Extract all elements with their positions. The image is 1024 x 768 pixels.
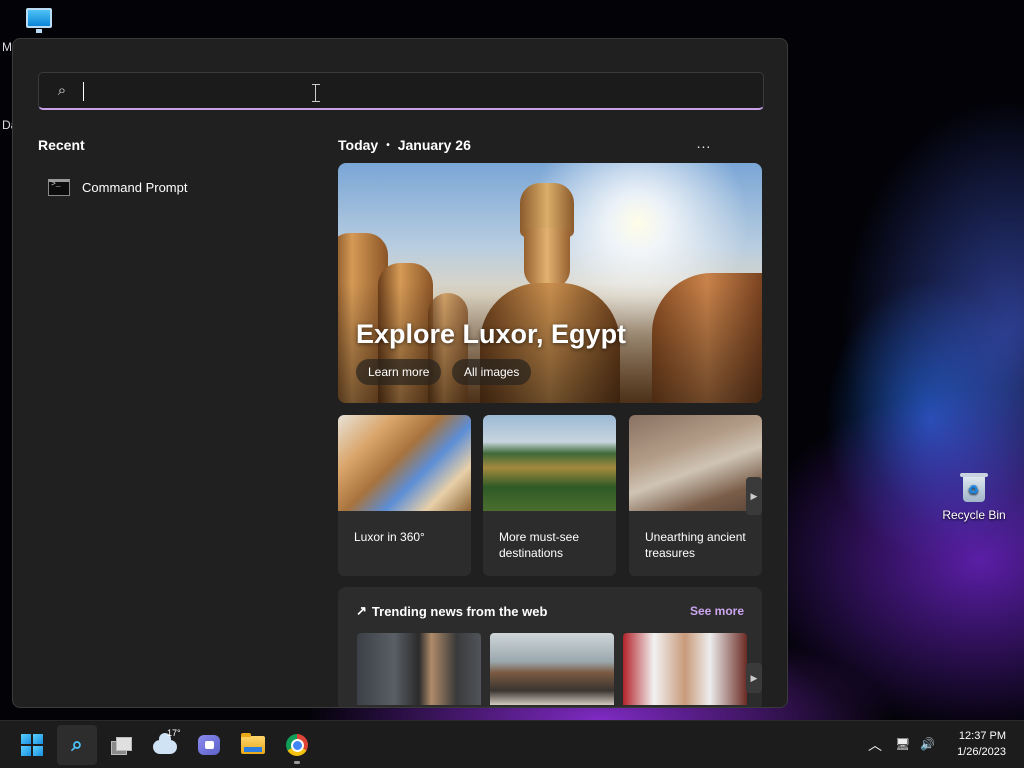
windows-logo-icon bbox=[21, 734, 43, 756]
volume-icon[interactable]: 🔊 bbox=[920, 737, 935, 751]
recycle-bin-icon: ♻ bbox=[960, 473, 988, 502]
trending-heading-text: Trending news from the web bbox=[371, 603, 548, 619]
taskbar: ⌕ 17° ︿ 🖥 🔊 12:37 PM 1/26/2023 bbox=[0, 720, 1024, 768]
card-image bbox=[338, 415, 471, 511]
card-caption: More must-see destinations bbox=[499, 530, 580, 560]
news-thumbnail[interactable] bbox=[490, 633, 614, 705]
news-thumbnail[interactable] bbox=[357, 633, 481, 705]
folder-icon bbox=[241, 733, 265, 754]
clock-date: 1/26/2023 bbox=[957, 746, 1006, 758]
clock-time: 12:37 PM bbox=[958, 730, 1006, 742]
ibeam-cursor-icon bbox=[312, 84, 323, 102]
search-taskbar-button[interactable]: ⌕ bbox=[57, 725, 97, 765]
search-icon: ⌕ bbox=[57, 82, 67, 99]
search-box[interactable]: ⌕ bbox=[38, 72, 764, 110]
recent-item-command-prompt[interactable]: Command Prompt bbox=[43, 173, 303, 201]
task-view-button[interactable] bbox=[101, 725, 141, 765]
recycle-bin-label: Recycle Bin bbox=[942, 508, 1006, 522]
learn-more-button[interactable]: Learn more bbox=[356, 359, 442, 385]
start-button[interactable] bbox=[12, 725, 52, 765]
network-icon[interactable]: 🖥 bbox=[895, 737, 910, 751]
trending-arrow-icon: ↗ bbox=[356, 603, 367, 618]
weather-temperature: 17° bbox=[167, 728, 181, 738]
task-view-icon bbox=[111, 737, 132, 755]
today-date: January 26 bbox=[397, 137, 471, 153]
recent-item-label: Command Prompt bbox=[82, 179, 188, 195]
system-clock[interactable]: 12:37 PM 1/26/2023 bbox=[957, 728, 1006, 760]
recent-heading: Recent bbox=[38, 137, 85, 153]
card-caption: Luxor in 360° bbox=[354, 530, 425, 544]
today-label: Today bbox=[338, 137, 379, 153]
card-caption: Unearthing ancient treasures bbox=[645, 530, 746, 560]
this-pc-desktop-icon[interactable] bbox=[26, 8, 52, 33]
card-image bbox=[629, 415, 762, 511]
hero-card[interactable]: Explore Luxor, Egypt Learn more All imag… bbox=[338, 163, 762, 403]
monitor-icon bbox=[26, 8, 52, 33]
search-input[interactable] bbox=[83, 73, 763, 108]
search-panel: ⌕ Recent Command Prompt Today • January … bbox=[12, 38, 788, 708]
cards-next-arrow-icon[interactable]: ▶ bbox=[746, 477, 762, 515]
search-icon: ⌕ bbox=[71, 733, 83, 756]
file-explorer-button[interactable] bbox=[233, 725, 273, 765]
weather-cloud-icon bbox=[153, 733, 177, 754]
teams-chat-icon bbox=[198, 735, 220, 755]
card-image bbox=[483, 415, 616, 511]
recycle-bin-desktop-icon[interactable]: ♻ Recycle Bin bbox=[940, 473, 1008, 522]
show-hidden-icons-chevron-icon[interactable]: ︿ bbox=[868, 735, 882, 755]
widgets-button[interactable]: 17° bbox=[145, 725, 185, 765]
card-must-see-destinations[interactable]: More must-see destinations bbox=[483, 415, 616, 576]
desktop-label-peek-1: M bbox=[2, 40, 12, 54]
chrome-icon bbox=[286, 734, 308, 756]
text-caret bbox=[83, 82, 84, 101]
chat-button[interactable] bbox=[189, 725, 229, 765]
card-ancient-treasures[interactable]: Unearthing ancient treasures bbox=[629, 415, 762, 576]
trending-news-card: ↗ Trending news from the web See more ▶ bbox=[338, 587, 762, 707]
running-indicator bbox=[294, 761, 300, 764]
separator-dot: • bbox=[386, 139, 390, 151]
trending-heading: ↗ Trending news from the web bbox=[356, 603, 547, 619]
see-more-link[interactable]: See more bbox=[690, 604, 744, 618]
today-header: Today • January 26 bbox=[338, 137, 471, 153]
more-options-button[interactable]: ... bbox=[693, 135, 715, 151]
command-prompt-icon bbox=[48, 178, 70, 196]
news-thumbnail[interactable] bbox=[623, 633, 747, 705]
all-images-button[interactable]: All images bbox=[452, 359, 532, 385]
card-luxor-360[interactable]: Luxor in 360° bbox=[338, 415, 471, 576]
chrome-button[interactable] bbox=[277, 725, 317, 765]
hero-title: Explore Luxor, Egypt bbox=[356, 319, 627, 349]
news-next-arrow-icon[interactable]: ▶ bbox=[746, 663, 762, 693]
